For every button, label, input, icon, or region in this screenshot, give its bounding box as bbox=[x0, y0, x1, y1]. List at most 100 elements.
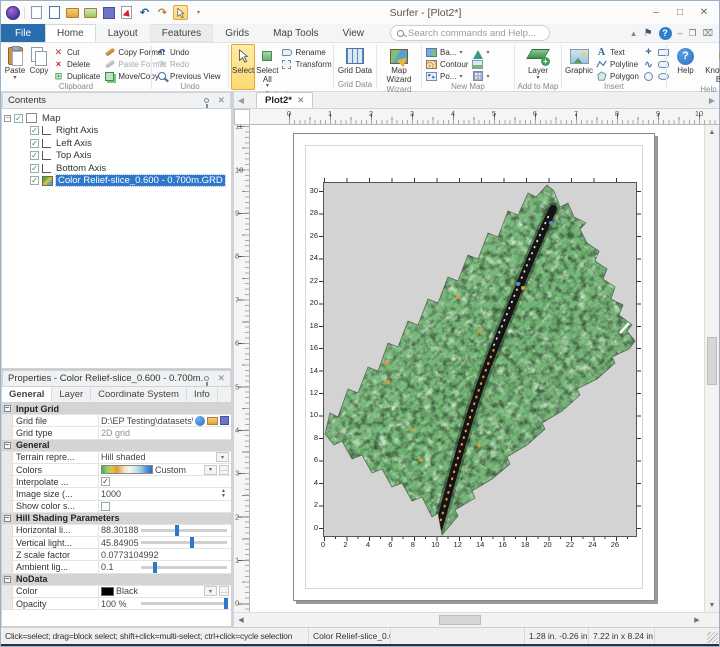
visibility-checkbox[interactable]: ✓ bbox=[30, 139, 39, 148]
vertical-light-slider[interactable] bbox=[141, 541, 227, 544]
insert-circle-button[interactable] bbox=[641, 70, 656, 82]
ribbon-tab[interactable]: Layout bbox=[96, 24, 150, 42]
visibility-checkbox[interactable]: ✓ bbox=[30, 164, 39, 173]
insert-text-button[interactable]: AText bbox=[594, 46, 641, 58]
flag-icon[interactable]: ⚑ bbox=[644, 28, 653, 39]
map-frame[interactable] bbox=[323, 182, 637, 537]
close-panel-icon[interactable]: ✕ bbox=[217, 95, 225, 106]
tab-scroll-right-icon[interactable]: ▶ bbox=[705, 92, 719, 108]
pin-icon[interactable] bbox=[204, 98, 209, 103]
minimize-button[interactable]: – bbox=[645, 5, 667, 21]
ribbon-tab[interactable]: Home bbox=[45, 24, 96, 42]
help-icon[interactable]: ? bbox=[659, 27, 672, 40]
insert-polyline-button[interactable]: Polyline bbox=[594, 58, 641, 70]
new-3d-map-button[interactable]: ▾ bbox=[470, 46, 491, 58]
color-relief-map[interactable] bbox=[324, 183, 638, 538]
cut-button[interactable]: ✕Cut bbox=[51, 46, 102, 58]
delete-button[interactable]: ×Delete bbox=[51, 58, 102, 70]
doc-restore-icon[interactable]: ❐ bbox=[689, 28, 697, 39]
qat-dropdown-icon[interactable]: ▾ bbox=[191, 5, 206, 20]
maximize-button[interactable]: □ bbox=[669, 5, 691, 21]
section-nodata[interactable]: − NoData bbox=[2, 574, 231, 586]
reload-grid-icon[interactable] bbox=[195, 416, 205, 426]
properties-tab[interactable]: Coordinate System bbox=[91, 387, 187, 402]
redo-icon[interactable]: ↷ bbox=[155, 5, 170, 20]
new-post-map-button[interactable]: Po...▾ bbox=[424, 70, 470, 82]
horizontal-light-slider[interactable] bbox=[141, 529, 227, 532]
knowledge-base-button[interactable]: Knowledge Base bbox=[702, 44, 720, 85]
tree-item[interactable]: − ✓ Right Axis bbox=[4, 125, 229, 138]
ribbon-tab[interactable]: Features bbox=[150, 24, 213, 42]
section-general[interactable]: − General bbox=[2, 440, 231, 452]
dropdown-icon[interactable]: ▾ bbox=[204, 586, 217, 596]
tree-item[interactable]: − ✓ Map bbox=[4, 112, 229, 125]
new-contour-map-button[interactable]: Contour bbox=[424, 58, 470, 70]
visibility-checkbox[interactable]: ✓ bbox=[30, 151, 39, 160]
dropdown-icon[interactable]: ▾ bbox=[216, 452, 229, 462]
insert-symbol-button[interactable]: + bbox=[641, 46, 656, 58]
expand-collapse-icon[interactable]: − bbox=[4, 115, 11, 122]
interpolate-checkbox[interactable]: ✓ bbox=[101, 477, 110, 486]
layer-button[interactable]: Layer▾ bbox=[517, 44, 559, 82]
search-input[interactable]: Search commands and Help... bbox=[390, 25, 550, 41]
horizontal-scroll-thumb[interactable] bbox=[439, 615, 481, 625]
insert-spline-button[interactable]: ∿ bbox=[641, 58, 656, 70]
new-document-icon[interactable] bbox=[29, 5, 44, 20]
scroll-up-icon[interactable]: ▲ bbox=[705, 125, 719, 139]
horizontal-ruler[interactable]: 012345678910 bbox=[250, 109, 719, 125]
tree-item-label[interactable]: Right Axis bbox=[54, 125, 100, 136]
browse-grid-icon[interactable] bbox=[207, 417, 218, 425]
paste-button[interactable]: Paste▾ bbox=[3, 44, 27, 82]
tree-item-label[interactable]: Top Axis bbox=[54, 150, 93, 161]
show-color-scale-checkbox[interactable] bbox=[101, 502, 110, 511]
collapse-icon[interactable]: − bbox=[4, 576, 11, 583]
tree-item-label[interactable]: Bottom Axis bbox=[54, 163, 108, 174]
vertical-scrollbar[interactable]: ▲ ▼ bbox=[704, 125, 719, 612]
import-icon[interactable] bbox=[83, 5, 98, 20]
page[interactable]: 02468101214161820222426 3028262422201816… bbox=[293, 133, 655, 601]
tab-scroll-left-icon[interactable]: ◀ bbox=[234, 92, 248, 108]
colormap-swatch[interactable] bbox=[101, 465, 153, 474]
ribbon-tab[interactable]: Grids bbox=[213, 24, 261, 42]
opacity-slider[interactable] bbox=[141, 602, 227, 605]
map-wizard-button[interactable]: Map Wizard bbox=[379, 44, 419, 85]
scroll-right-icon[interactable]: ▶ bbox=[690, 613, 704, 627]
ribbon-tab[interactable]: View bbox=[331, 24, 377, 42]
collapse-icon[interactable]: − bbox=[4, 442, 11, 449]
save-grid-icon[interactable] bbox=[220, 416, 229, 425]
collapse-icon[interactable]: − bbox=[4, 515, 11, 522]
collapse-ribbon-icon[interactable]: ▲ bbox=[630, 29, 638, 38]
select-all-button[interactable]: Select All▾ bbox=[255, 44, 279, 90]
tree-item[interactable]: − ✓ Bottom Axis bbox=[4, 162, 229, 175]
horizontal-scrollbar[interactable]: ◀ ▶ bbox=[234, 613, 704, 627]
tree-item[interactable]: − ✓ Left Axis bbox=[4, 137, 229, 150]
redo-button[interactable]: ↷Redo bbox=[154, 58, 223, 70]
tab-close-icon[interactable]: ✕ bbox=[297, 95, 305, 106]
undo-button[interactable]: ↶Undo bbox=[154, 46, 223, 58]
ambient-light-slider[interactable] bbox=[141, 566, 227, 569]
new-image-map-button[interactable] bbox=[470, 58, 491, 70]
nodata-color-swatch[interactable] bbox=[101, 587, 114, 596]
dropdown-icon[interactable]: ▾ bbox=[204, 465, 217, 475]
more-options-icon[interactable]: … bbox=[219, 465, 229, 475]
select-button[interactable]: Select bbox=[231, 44, 255, 90]
properties-tab[interactable]: General bbox=[2, 387, 52, 402]
spinner-control[interactable]: ▲▼ bbox=[218, 489, 229, 499]
new-worksheet-icon[interactable] bbox=[47, 5, 62, 20]
pin-icon[interactable] bbox=[204, 376, 209, 381]
visibility-checkbox[interactable]: ✓ bbox=[14, 114, 23, 123]
plot-canvas[interactable]: 02468101214161820222426 3028262422201816… bbox=[250, 125, 704, 612]
close-panel-icon[interactable]: ✕ bbox=[217, 373, 225, 384]
tree-item-label[interactable]: Color Relief-slice_0.600 - 0.700m.GRD bbox=[56, 175, 225, 186]
section-input-grid[interactable]: − Input Grid bbox=[2, 403, 231, 415]
scroll-left-icon[interactable]: ◀ bbox=[234, 613, 248, 627]
more-options-icon[interactable]: … bbox=[219, 586, 229, 596]
transform-button[interactable]: Transform bbox=[279, 58, 333, 70]
save-icon[interactable] bbox=[101, 5, 116, 20]
new-grid-values-button[interactable]: ▾ bbox=[470, 70, 491, 82]
insert-polygon-button[interactable]: Polygon bbox=[594, 70, 641, 82]
new-base-map-button[interactable]: Ba...▾ bbox=[424, 46, 470, 58]
surfer-logo-icon[interactable] bbox=[5, 5, 20, 20]
vertical-scroll-thumb[interactable] bbox=[707, 337, 717, 385]
visibility-checkbox[interactable]: ✓ bbox=[30, 126, 39, 135]
